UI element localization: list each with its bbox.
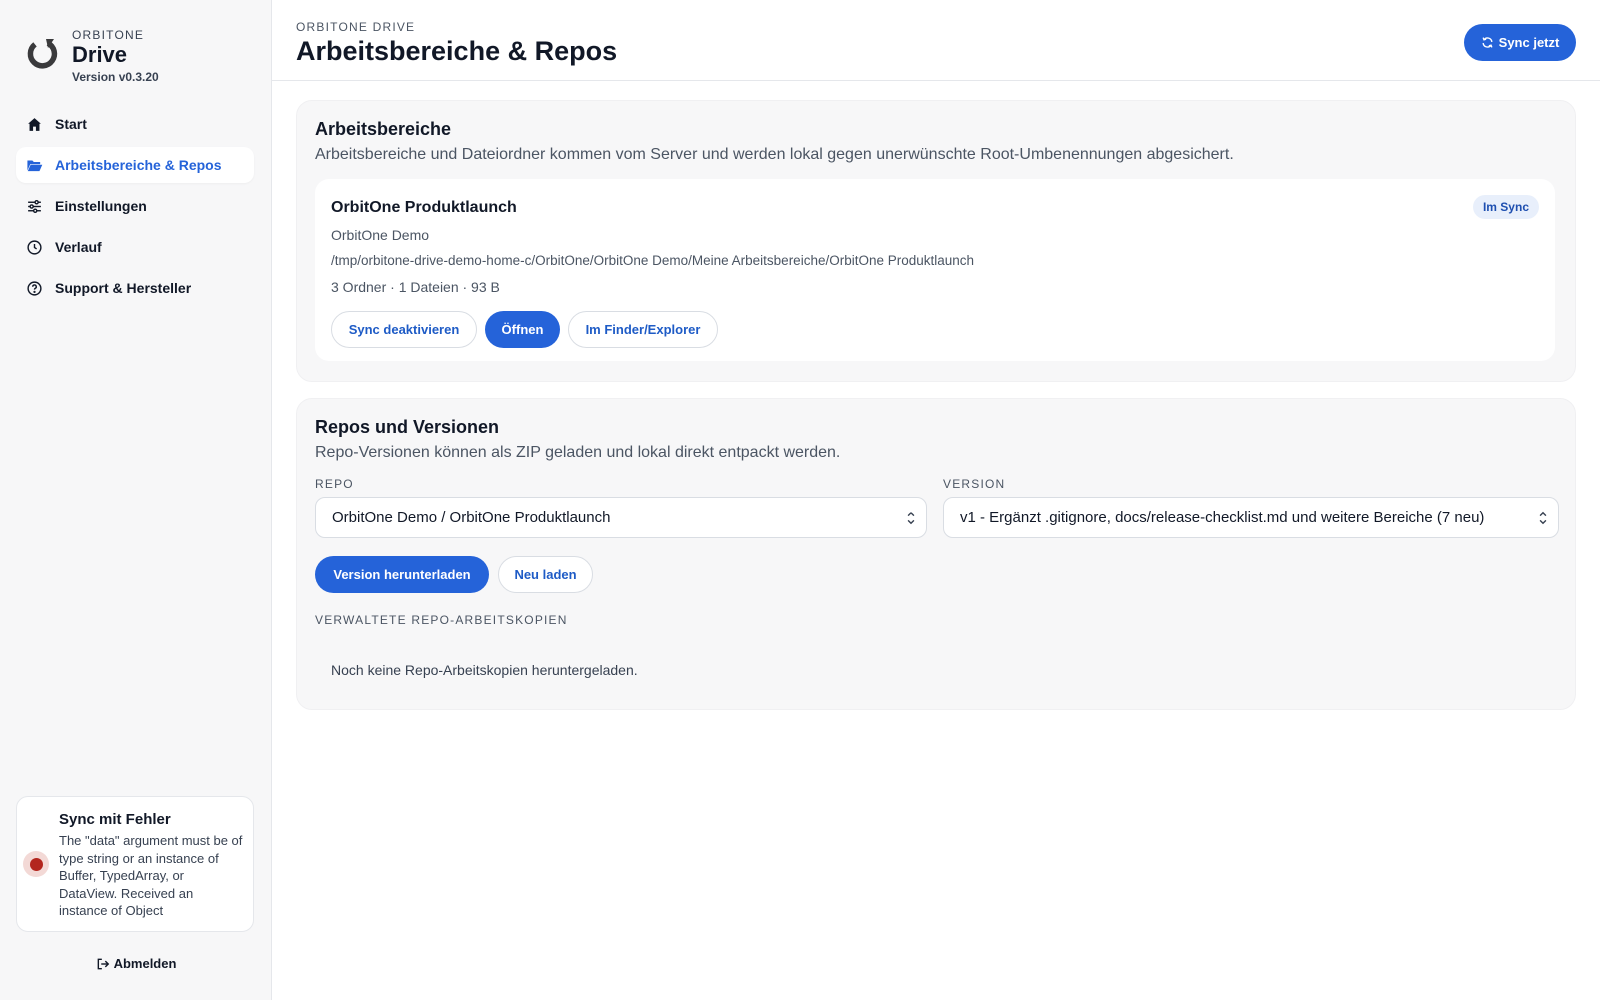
workspaces-panel: Arbeitsbereiche Arbeitsbereiche und Date…: [296, 100, 1576, 382]
workspaces-subtitle: Arbeitsbereiche und Dateiordner kommen v…: [315, 146, 1234, 163]
logout-icon: [97, 958, 109, 969]
sidebar-item-label: Arbeitsbereiche & Repos: [55, 157, 222, 173]
logout-button[interactable]: Abmelden: [0, 956, 272, 971]
sidebar-item-label: Verlauf: [55, 239, 102, 255]
reload-button[interactable]: Neu laden: [498, 556, 593, 593]
version-field-label: VERSION: [943, 477, 1006, 491]
page-header: ORBITONE DRIVE Arbeitsbereiche & Repos S…: [272, 0, 1600, 81]
workspace-card: OrbitOne Produktlaunch Im Sync OrbitOne …: [315, 179, 1555, 361]
page-title: Arbeitsbereiche & Repos: [296, 36, 618, 66]
status-badge: Im Sync: [1472, 195, 1539, 219]
folder-open-icon: [26, 157, 43, 174]
error-status-icon: [23, 851, 49, 877]
sync-now-label: Sync jetzt: [1498, 35, 1560, 50]
sidebar-item-label: Start: [55, 116, 87, 132]
sidebar-item-history[interactable]: Verlauf: [16, 229, 254, 265]
brand-name: Drive: [72, 42, 128, 67]
sidebar-nav: Start Arbeitsbereiche & Repos Einstellun…: [16, 106, 254, 311]
chevron-down-icon: [1539, 511, 1547, 525]
disable-sync-button[interactable]: Sync deaktivieren: [331, 311, 477, 348]
sidebar-item-workspaces-repos[interactable]: Arbeitsbereiche & Repos: [16, 147, 254, 183]
repo-field-label: REPO: [315, 477, 354, 491]
empty-state-text: Noch keine Repo-Arbeitskopien herunterge…: [331, 662, 638, 678]
repos-panel: Repos und Versionen Repo-Versionen könne…: [296, 398, 1576, 710]
refresh-icon: [1482, 37, 1493, 48]
orbitone-logo-icon: [27, 39, 58, 69]
app-version: Version v0.3.20: [72, 70, 159, 84]
managed-copies-label: VERWALTETE REPO-ARBEITSKOPIEN: [315, 613, 568, 627]
sync-status-card: Sync mit Fehler The "data" argument must…: [16, 796, 254, 932]
sidebar: ORBITONE Drive Version v0.3.20 Start Arb…: [0, 0, 272, 1000]
chevron-down-icon: [907, 512, 915, 525]
open-in-finder-button[interactable]: Im Finder/Explorer: [568, 311, 718, 348]
sync-now-button[interactable]: Sync jetzt: [1464, 24, 1576, 61]
download-version-button[interactable]: Version herunterladen: [315, 556, 489, 593]
version-select[interactable]: v1 - Ergänzt .gitignore, docs/release-ch…: [943, 497, 1559, 538]
workspace-stats: 3 Ordner · 1 Dateien · 93 B: [331, 279, 500, 295]
logout-label: Abmelden: [113, 956, 177, 971]
sync-status-message: The "data" argument must be of type stri…: [59, 833, 243, 918]
workspace-path: /tmp/orbitone-drive-demo-home-c/OrbitOne…: [331, 253, 975, 268]
repos-title: Repos und Versionen: [315, 417, 500, 437]
page-kicker: ORBITONE DRIVE: [296, 20, 416, 34]
open-button[interactable]: Öffnen: [485, 311, 560, 348]
sidebar-item-label: Support & Hersteller: [55, 280, 192, 296]
sync-status-title: Sync mit Fehler: [59, 811, 171, 828]
home-icon: [26, 116, 43, 133]
repo-select-value: OrbitOne Demo / OrbitOne Produktlaunch: [332, 509, 611, 526]
repo-select[interactable]: OrbitOne Demo / OrbitOne Produktlaunch: [315, 497, 927, 538]
brand-kicker: ORBITONE: [72, 28, 145, 42]
sidebar-item-support[interactable]: Support & Hersteller: [16, 270, 254, 306]
sliders-icon: [26, 198, 43, 215]
version-select-value: v1 - Ergänzt .gitignore, docs/release-ch…: [960, 509, 1485, 526]
brand: ORBITONE Drive Version v0.3.20: [26, 28, 159, 84]
sidebar-item-settings[interactable]: Einstellungen: [16, 188, 254, 224]
workspace-name: OrbitOne Produktlaunch: [331, 199, 517, 216]
clock-icon: [26, 239, 43, 256]
workspaces-title: Arbeitsbereiche: [315, 119, 452, 139]
sidebar-item-start[interactable]: Start: [16, 106, 254, 142]
repos-subtitle: Repo-Versionen können als ZIP geladen un…: [315, 444, 841, 461]
workspace-organization: OrbitOne Demo: [331, 227, 430, 243]
help-circle-icon: [26, 280, 43, 297]
sidebar-item-label: Einstellungen: [55, 198, 147, 214]
